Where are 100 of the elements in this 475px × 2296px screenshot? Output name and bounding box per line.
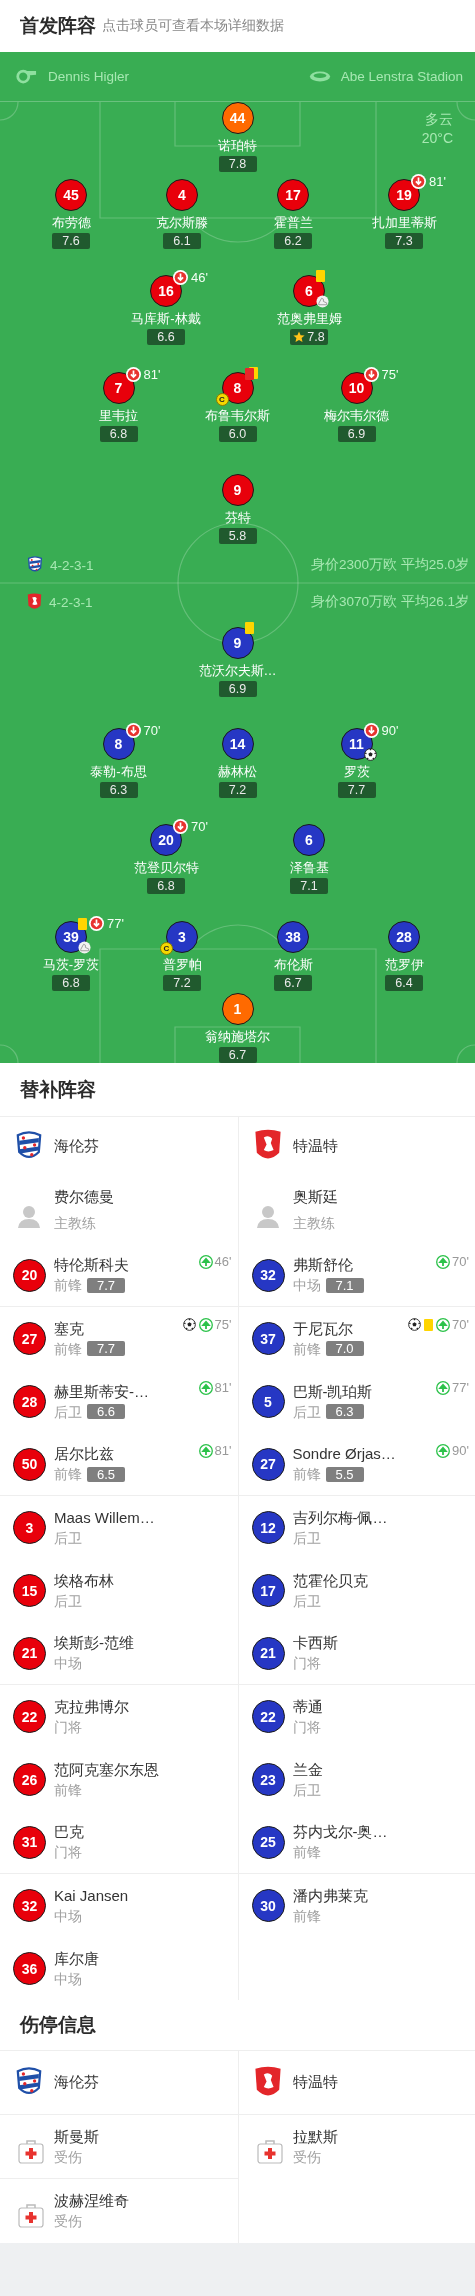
player-position: 后卫 xyxy=(54,1402,82,1422)
ball-icon xyxy=(408,1318,422,1331)
player-number[interactable]: 22 xyxy=(13,1700,46,1733)
rating-tag: 7.2 xyxy=(163,975,201,991)
cards-icon xyxy=(244,367,258,380)
player-name[interactable]: 库尔唐 xyxy=(54,1948,232,1969)
player-number[interactable]: 25 xyxy=(251,1825,285,1859)
player-name[interactable]: 巴斯-凯珀斯 xyxy=(292,1381,437,1402)
player-number[interactable]: 32 xyxy=(251,1258,285,1292)
player-number[interactable]: 14 xyxy=(221,728,254,760)
player-number[interactable]: 8 xyxy=(102,728,135,760)
player-number[interactable]: 7 xyxy=(102,372,135,404)
rating-tag: 7.7 xyxy=(87,1341,125,1356)
substitution-minute: 81' xyxy=(214,1443,232,1458)
player-name[interactable]: Sondre Ørjas… xyxy=(292,1444,437,1464)
substitution-minute: 70' xyxy=(191,819,208,834)
player-position: 后卫 xyxy=(292,1528,321,1548)
card-icon xyxy=(316,270,325,282)
player-number[interactable]: 27 xyxy=(13,1322,46,1355)
player-name[interactable]: 范霍伦贝克 xyxy=(292,1570,469,1591)
player-number[interactable]: 23 xyxy=(251,1763,285,1796)
player-number[interactable]: 37 xyxy=(251,1322,285,1355)
player-name[interactable]: 赫里斯蒂安-… xyxy=(54,1381,199,1402)
rating-tag: 7.1 xyxy=(325,1277,364,1293)
rating-tag: 7.3 xyxy=(385,233,423,249)
player-name[interactable]: 塞克 xyxy=(54,1318,183,1339)
player-position: 前锋 xyxy=(292,1906,321,1926)
player-number[interactable]: 9 xyxy=(221,627,254,659)
player-name[interactable]: 斯曼斯 xyxy=(54,2126,238,2147)
injury-status: 受伤 xyxy=(292,2148,322,2167)
player-number[interactable]: 27 xyxy=(251,1447,285,1481)
referee-name: Dennis Higler xyxy=(48,69,130,84)
player-name[interactable]: 波赫涅维奇 xyxy=(54,2191,238,2211)
player-number[interactable]: 21 xyxy=(13,1636,46,1670)
player-position: 中场 xyxy=(54,1969,82,1989)
player-number[interactable]: 6 xyxy=(293,824,325,856)
player-position: 前锋 xyxy=(292,1339,321,1359)
player-number[interactable]: 32 xyxy=(13,1889,46,1922)
temperature-text: 20°C xyxy=(421,129,453,148)
player-name[interactable]: 卡西斯 xyxy=(292,1633,469,1653)
player-name[interactable]: 居尔比兹 xyxy=(54,1444,199,1464)
player-number[interactable]: 16 xyxy=(150,275,182,307)
player-number[interactable]: 21 xyxy=(251,1636,285,1670)
player-number[interactable]: 9 xyxy=(221,474,254,506)
player-number[interactable]: 26 xyxy=(13,1763,46,1796)
whistle-icon xyxy=(15,69,37,84)
player-number[interactable]: 5 xyxy=(251,1385,285,1418)
player-name[interactable]: 兰金 xyxy=(292,1759,469,1780)
player-name[interactable]: 克拉弗博尔 xyxy=(54,1696,232,1717)
up-arrow-icon xyxy=(198,1380,213,1395)
player-number[interactable]: 22 xyxy=(251,1700,285,1733)
player-number[interactable]: 28 xyxy=(13,1385,46,1418)
player-name[interactable]: 潘内弗莱克 xyxy=(292,1885,469,1906)
player-number[interactable]: 45 xyxy=(55,179,87,211)
player-position: 中场 xyxy=(54,1906,82,1926)
player-name[interactable]: 拉默斯 xyxy=(292,2127,475,2147)
rating-tag: 6.3 xyxy=(99,782,138,798)
player-number[interactable]: 15 xyxy=(13,1574,46,1607)
player-name[interactable]: Kai Jansen xyxy=(54,1885,232,1906)
player-name[interactable]: 巴克 xyxy=(54,1822,232,1842)
player-name[interactable]: 特伦斯科夫 xyxy=(54,1255,199,1275)
player-name[interactable]: 弗斯舒伦 xyxy=(292,1255,437,1275)
ball-icon xyxy=(363,748,377,761)
player-number[interactable]: 38 xyxy=(277,921,309,953)
player-number[interactable]: 17 xyxy=(251,1574,285,1607)
player-number[interactable]: 36 xyxy=(13,1952,46,1985)
player-number[interactable]: 12 xyxy=(251,1511,285,1544)
player-number[interactable]: 20 xyxy=(13,1258,46,1292)
substitution-minute: 70' xyxy=(452,1317,469,1332)
injury-status: 受伤 xyxy=(54,2147,83,2167)
player-name[interactable]: 埃斯彭-范维 xyxy=(54,1633,232,1653)
player-position: 前锋 xyxy=(292,1843,321,1862)
player-number[interactable]: 20 xyxy=(150,824,182,856)
substitution-minute: 70' xyxy=(143,723,161,738)
player-number[interactable]: 30 xyxy=(251,1889,285,1922)
player-name[interactable]: 范阿克塞尔东恩 xyxy=(54,1759,232,1780)
player-name[interactable]: 埃格布林 xyxy=(54,1570,232,1591)
rating-tag: 5.8 xyxy=(218,528,257,544)
coach-name[interactable]: 费尔德曼 xyxy=(54,1186,238,1207)
player-position: 门将 xyxy=(292,1717,321,1737)
player-number[interactable]: 28 xyxy=(388,921,420,953)
player-name[interactable]: 蒂通 xyxy=(292,1696,469,1717)
player-position: 前锋 xyxy=(292,1465,321,1484)
player-position: 前锋 xyxy=(54,1276,82,1295)
player-name[interactable]: 芬内戈尔-奥… xyxy=(292,1822,469,1842)
star-icon xyxy=(293,331,306,343)
player-number[interactable]: 10 xyxy=(340,372,373,404)
substitution-minute: 75' xyxy=(214,1317,232,1332)
player-number[interactable]: 19 xyxy=(388,179,420,211)
player-name[interactable]: 吉列尔梅-佩… xyxy=(292,1507,469,1528)
player-number[interactable]: 4 xyxy=(166,179,198,211)
player-number[interactable]: 50 xyxy=(13,1447,46,1481)
player-name[interactable]: Maas Willem… xyxy=(54,1507,232,1528)
rating-tag: 6.9 xyxy=(337,426,376,442)
player-name[interactable]: 于尼瓦尔 xyxy=(292,1318,409,1339)
coach-name[interactable]: 奥斯廷 xyxy=(292,1186,475,1207)
player-number[interactable]: 31 xyxy=(13,1825,46,1859)
player-number[interactable]: 17 xyxy=(277,179,309,211)
player-number[interactable]: 3 xyxy=(13,1511,46,1544)
rating-tag: 6.4 xyxy=(385,975,423,991)
